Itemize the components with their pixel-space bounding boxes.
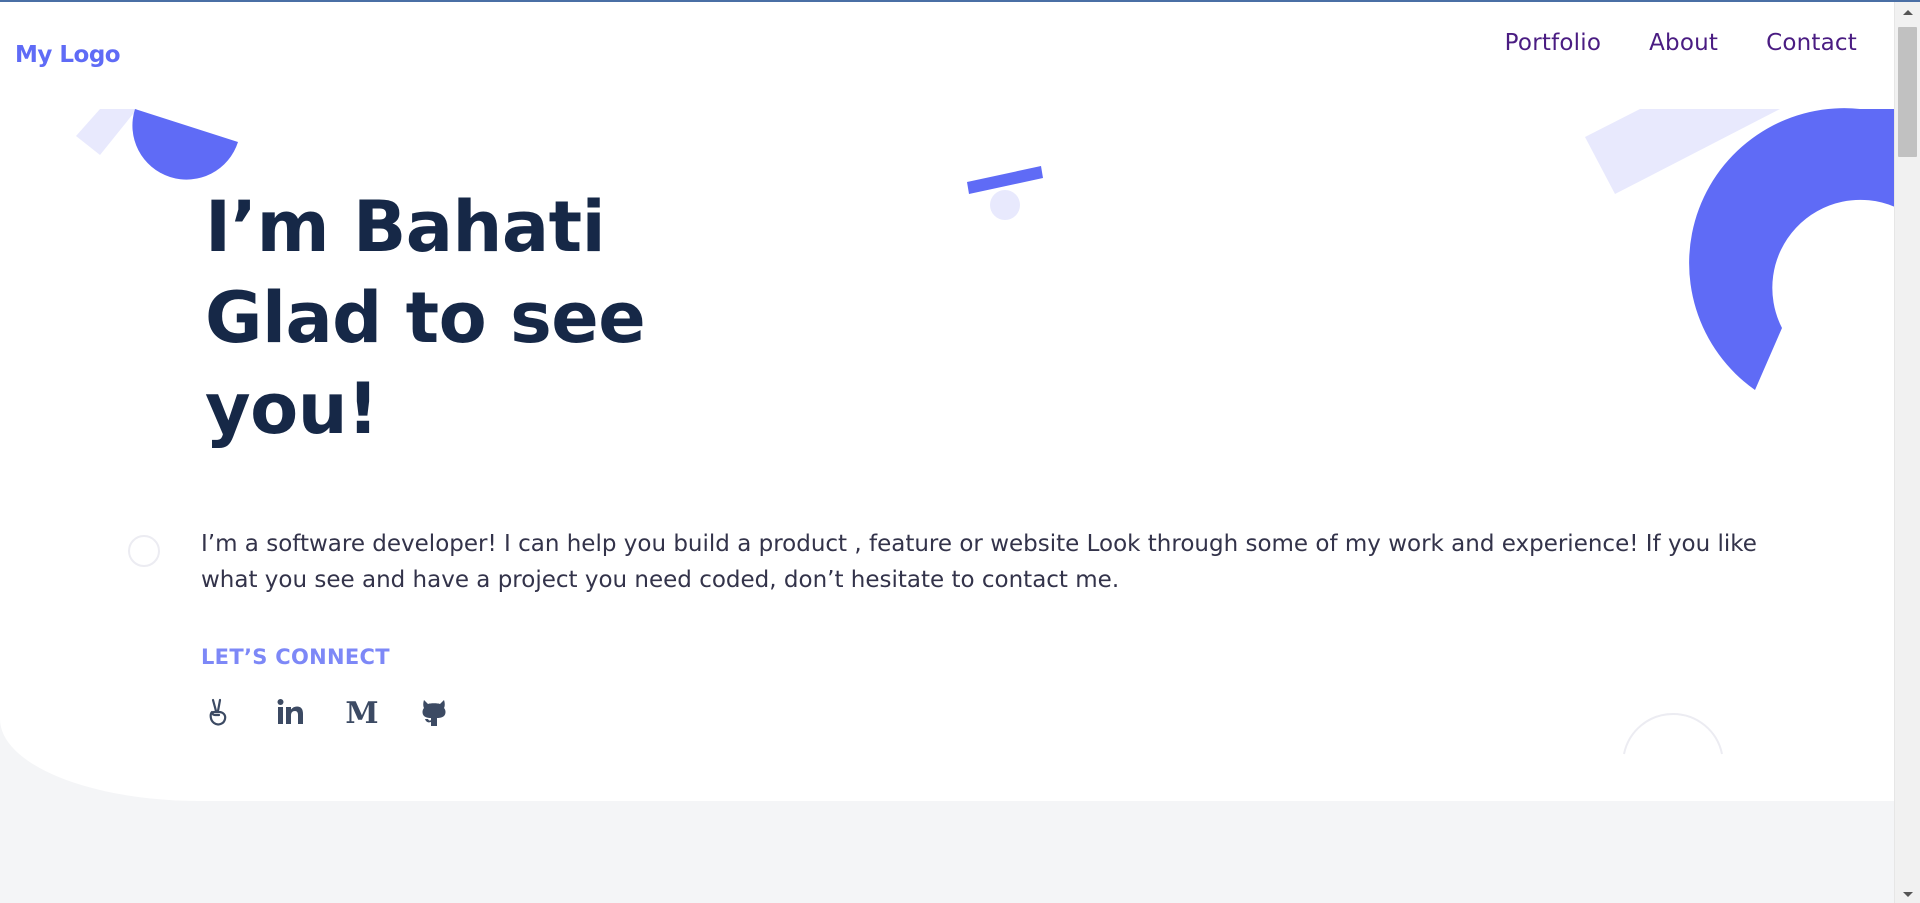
social-links: M xyxy=(201,697,451,731)
deco-bar-center xyxy=(967,166,1043,194)
headline-line-2: Glad to see xyxy=(205,277,646,359)
angellist-icon xyxy=(202,696,234,732)
nav-link-contact[interactable]: Contact xyxy=(1766,30,1857,56)
headline-line-1: I’m Bahati xyxy=(205,186,606,268)
deco-light-parallelogram-left xyxy=(76,109,137,155)
headline-line-3: you! xyxy=(205,368,379,450)
deco-dot-center xyxy=(990,190,1020,220)
deco-outline-arc-bottom-right xyxy=(1623,712,1723,755)
page-scrollbar[interactable] xyxy=(1894,2,1920,903)
site-logo[interactable]: My Logo xyxy=(15,42,121,68)
linkedin-link[interactable] xyxy=(273,697,307,731)
scroll-thumb[interactable] xyxy=(1898,27,1917,157)
scroll-up-arrow-icon[interactable] xyxy=(1903,10,1913,15)
github-icon xyxy=(418,696,450,732)
nav-link-portfolio[interactable]: Portfolio xyxy=(1505,30,1601,56)
hero-section: My Logo Portfolio About Contact I’m Baha… xyxy=(0,2,1895,801)
linkedin-icon xyxy=(274,696,306,732)
main-nav: Portfolio About Contact xyxy=(1505,30,1857,56)
deco-outline-circle-left xyxy=(128,535,160,567)
nav-link-about[interactable]: About xyxy=(1649,30,1718,56)
deco-half-circle-left xyxy=(132,109,238,180)
hero-headline: I’m Bahati Glad to see you! xyxy=(205,182,646,455)
angellist-link[interactable] xyxy=(201,697,235,731)
intro-paragraph: I’m a software developer! I can help you… xyxy=(201,531,1757,593)
medium-link[interactable]: M xyxy=(345,697,379,731)
scroll-down-arrow-icon[interactable] xyxy=(1903,892,1913,897)
medium-icon: M xyxy=(345,696,379,731)
github-link[interactable] xyxy=(417,697,451,731)
connect-title: LET’S CONNECT xyxy=(201,645,390,669)
deco-arc-ring-right xyxy=(1689,108,1895,391)
